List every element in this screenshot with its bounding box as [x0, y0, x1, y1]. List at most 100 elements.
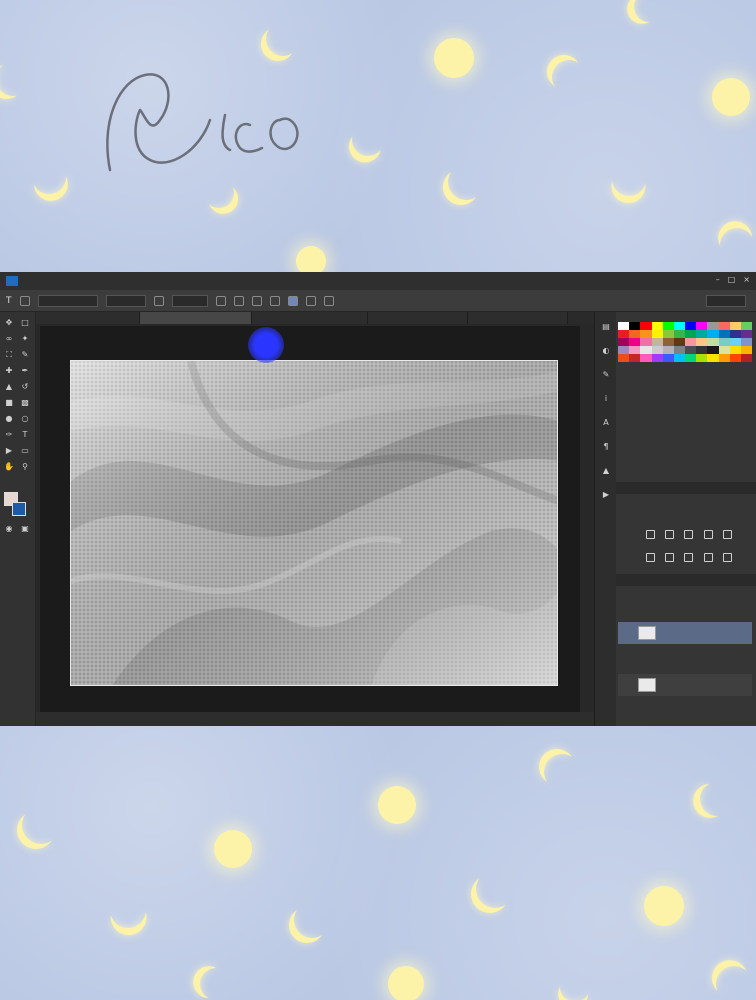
vibrance-icon[interactable] — [722, 530, 732, 539]
photo-filter-icon[interactable] — [703, 553, 713, 562]
crop-tool-icon[interactable]: ⛶ — [4, 350, 14, 360]
status-bar — [36, 712, 594, 726]
crescent-moon-icon — [294, 902, 330, 938]
type-tool-icon[interactable]: T — [20, 430, 30, 440]
black-white-icon[interactable] — [684, 553, 694, 562]
lasso-tool-icon[interactable]: ∞ — [4, 334, 14, 344]
layer-thumbnail — [638, 678, 656, 692]
font-style-field[interactable] — [105, 294, 146, 307]
layer-thumbnail — [638, 626, 656, 640]
character-panel-icon[interactable] — [323, 295, 334, 306]
antialias-icon[interactable] — [215, 295, 226, 306]
properties-panel-icon[interactable]: ◐ — [601, 346, 611, 356]
paragraph-panel-icon[interactable]: ¶ — [601, 442, 611, 452]
moon-icon — [644, 886, 684, 926]
moon-icon — [712, 78, 750, 116]
curves-icon[interactable] — [684, 530, 694, 539]
document-tab[interactable] — [252, 312, 368, 324]
layer-row[interactable] — [618, 674, 752, 696]
healing-tool-icon[interactable]: ✚ — [4, 366, 14, 376]
blur-tool-icon[interactable]: ● — [4, 414, 14, 424]
path-selection-tool-icon[interactable]: ▶ — [4, 446, 14, 456]
zoom-tool-icon[interactable]: ⚲ — [20, 462, 30, 472]
screen-mode-icon[interactable]: ▣ — [20, 524, 30, 534]
crescent-moon-icon — [266, 22, 300, 56]
font-size-icon[interactable] — [153, 295, 164, 306]
crescent-moon-icon — [694, 776, 740, 822]
brush-tool-icon[interactable]: ✒ — [20, 366, 30, 376]
align-right-icon[interactable] — [269, 295, 280, 306]
eyedropper-tool-icon[interactable]: ✎ — [20, 350, 30, 360]
gradient-tool-icon[interactable]: ▩ — [20, 398, 30, 408]
crescent-moon-icon — [555, 967, 596, 1000]
document-tabs — [36, 312, 594, 324]
crescent-moon-icon — [629, 0, 670, 27]
moon-icon — [296, 246, 326, 272]
pen-tool-icon[interactable]: ✑ — [4, 430, 14, 440]
color-balance-icon[interactable] — [665, 553, 675, 562]
marquee-tool-icon[interactable]: □ — [20, 318, 30, 328]
warp-text-icon[interactable] — [305, 295, 316, 306]
layer-row[interactable] — [618, 622, 752, 644]
minimize-icon[interactable]: – — [716, 275, 720, 284]
crescent-moon-icon — [714, 222, 756, 268]
actions-panel-icon[interactable]: ▶ — [601, 490, 611, 500]
options-bar: T — [0, 290, 756, 312]
history-panel-icon[interactable]: ▤ — [601, 322, 611, 332]
dodge-tool-icon[interactable]: ○ — [20, 414, 30, 424]
crescent-moon-icon — [194, 962, 238, 1000]
canvas-area[interactable] — [36, 324, 594, 712]
hue-saturation-icon[interactable] — [646, 553, 655, 562]
brush-panel-icon[interactable]: ✎ — [601, 370, 611, 380]
wallpaper-bottom — [0, 726, 756, 1000]
maximize-icon[interactable]: □ — [728, 275, 736, 284]
history-brush-tool-icon[interactable]: ↺ — [20, 382, 30, 392]
align-center-icon[interactable] — [251, 295, 262, 306]
font-size-field[interactable] — [171, 294, 208, 307]
hand-tool-icon[interactable]: ✋ — [4, 462, 14, 472]
crescent-moon-icon — [544, 754, 580, 790]
font-family-field[interactable] — [37, 294, 98, 307]
background-color-swatch[interactable] — [12, 502, 26, 516]
fabric-texture-image[interactable] — [70, 360, 558, 686]
shape-tool-icon[interactable]: ▭ — [20, 446, 30, 456]
moon-icon — [378, 786, 416, 824]
quick-mask-icon[interactable]: ◉ — [4, 524, 14, 534]
magic-wand-tool-icon[interactable]: ✦ — [20, 334, 30, 344]
channel-mixer-icon[interactable] — [722, 553, 732, 562]
brightness-icon[interactable] — [646, 530, 655, 539]
character-panel-icon[interactable]: A — [601, 418, 611, 428]
crescent-moon-icon — [605, 155, 653, 203]
signature-logo — [106, 73, 299, 172]
adjustments-grid — [646, 530, 736, 570]
wallpaper-top — [0, 0, 756, 272]
tool-preset-icon[interactable] — [19, 295, 30, 306]
close-icon[interactable]: × — [743, 275, 750, 284]
clone-source-panel-icon[interactable]: ▲ — [601, 466, 611, 476]
document-tab[interactable] — [36, 312, 140, 324]
document-tab-active[interactable] — [140, 312, 252, 324]
photoshop-window: – □ × T ✥ □ ∞ ✦ ⛶ ✎ ✚ ✒ ▲ ↺ ■ ▩ ● ○ ✑ T … — [0, 272, 756, 726]
blue-dot-cursor-icon — [248, 327, 284, 363]
levels-icon[interactable] — [665, 530, 675, 539]
workspace-switcher[interactable] — [706, 295, 746, 307]
eraser-tool-icon[interactable]: ■ — [4, 398, 14, 408]
panel-dock-icons: ▤ ◐ ✎ i A ¶ ▲ ▶ — [594, 312, 616, 726]
swatches-panel[interactable] — [618, 322, 753, 380]
text-color-icon[interactable] — [287, 295, 298, 306]
document-tab[interactable] — [368, 312, 468, 324]
stamp-tool-icon[interactable]: ▲ — [4, 382, 14, 392]
type-tool-icon[interactable]: T — [6, 296, 12, 306]
fabric-folds-image — [71, 361, 557, 685]
align-left-icon[interactable] — [233, 295, 244, 306]
document-frame — [40, 326, 580, 712]
adjustments-panel-tab[interactable] — [616, 482, 756, 494]
layers-panel-tab[interactable] — [616, 574, 756, 586]
move-tool-icon[interactable]: ✥ — [4, 318, 14, 328]
crescent-moon-icon — [22, 806, 60, 844]
exposure-icon[interactable] — [703, 530, 713, 539]
crescent-moon-icon — [26, 154, 72, 200]
info-panel-icon[interactable]: i — [601, 394, 611, 404]
document-tab[interactable] — [468, 312, 568, 324]
crescent-moon-icon — [0, 57, 35, 101]
